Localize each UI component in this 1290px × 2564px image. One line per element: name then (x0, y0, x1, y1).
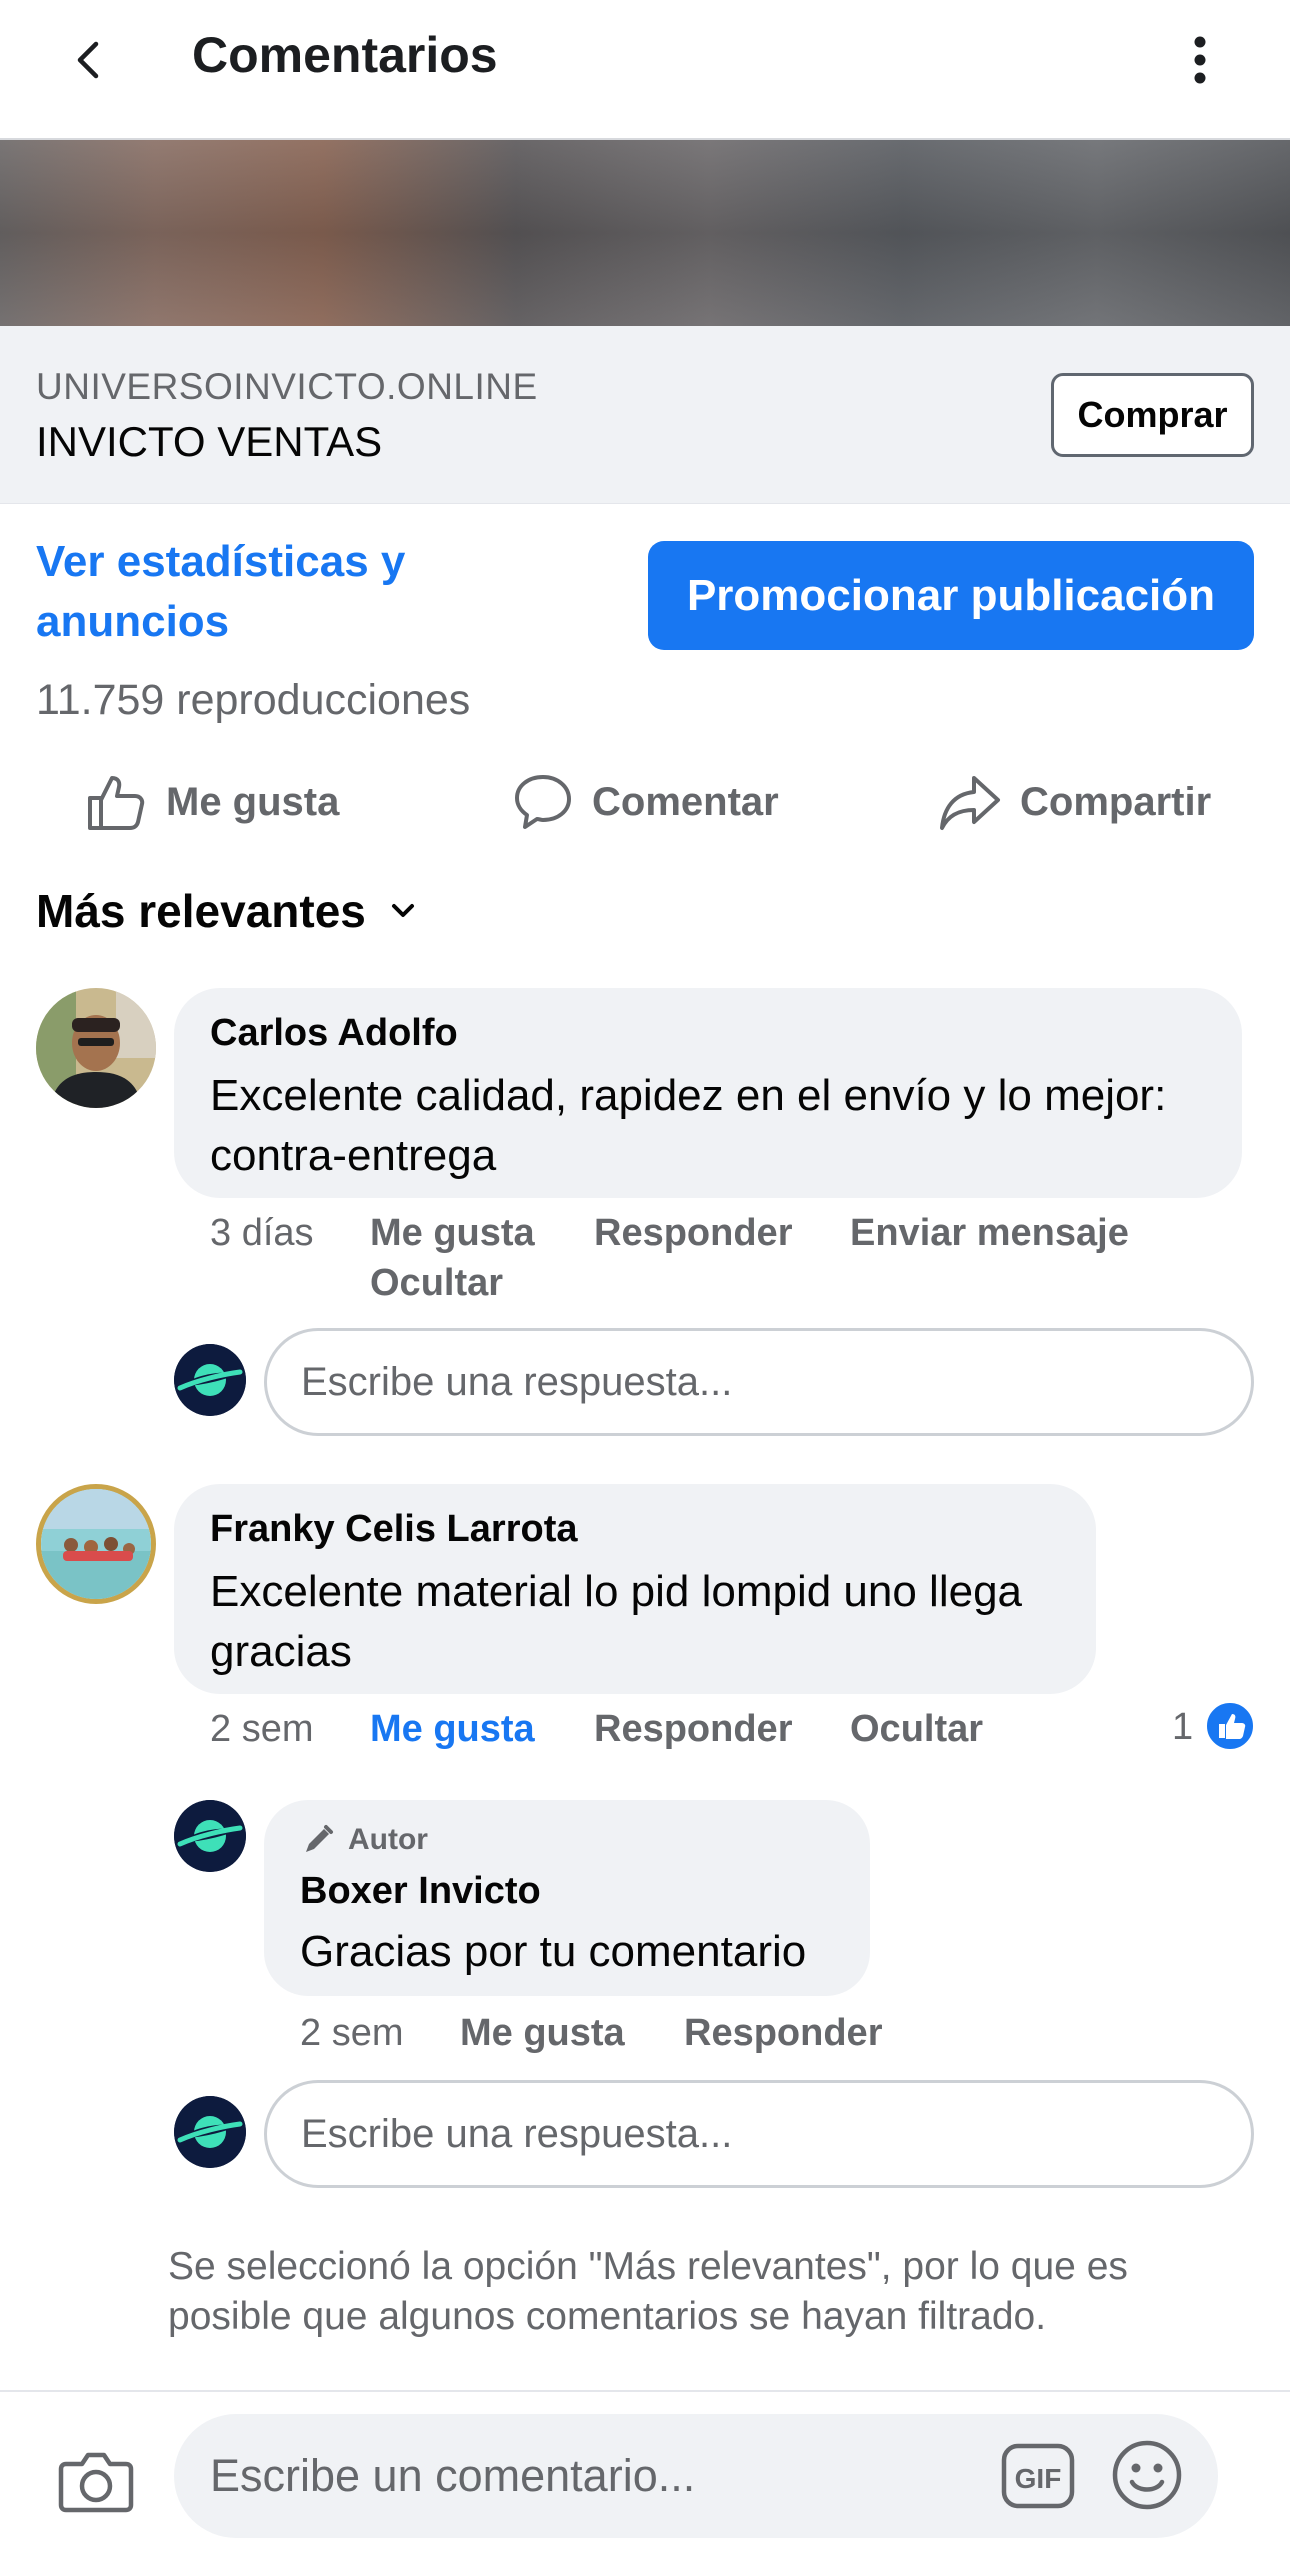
reply-reply-button[interactable]: Responder (684, 2012, 882, 2055)
promote-post-button[interactable]: Promocionar publicación (648, 541, 1254, 650)
pencil-icon (306, 1825, 333, 1852)
send-message-button[interactable]: Enviar mensaje (850, 1212, 1129, 1255)
comment-author[interactable]: Carlos Adolfo (210, 1012, 458, 1055)
comment-reply-button[interactable]: Responder (594, 1708, 792, 1751)
reply-like-button[interactable]: Me gusta (460, 2012, 625, 2055)
like-action-button[interactable]: Me gusta (84, 766, 339, 838)
camera-icon (58, 2452, 134, 2513)
link-preview[interactable]: UNIVERSOINVICTO.ONLINE INVICTO VENTAS Co… (0, 326, 1290, 504)
emoji-button[interactable] (1110, 2438, 1184, 2512)
reply-time: 2 sem (300, 2012, 404, 2054)
reply-input-placeholder: Escribe una respuesta... (301, 1359, 733, 1404)
author-badge-label: Autor (348, 1823, 428, 1856)
gif-button[interactable]: GIF (1000, 2440, 1076, 2512)
thumbs-up-icon (88, 776, 145, 830)
planet-logo-icon (174, 2096, 246, 2168)
comment-action-button[interactable]: Comentar (512, 766, 779, 838)
reply-text: Gracias por tu comentario (300, 1927, 807, 1976)
like-reaction-icon (1204, 1700, 1256, 1752)
back-button[interactable] (60, 30, 120, 90)
comment-input-placeholder: Escribe un comentario... (210, 2450, 696, 2501)
share-action-label: Compartir (1020, 779, 1212, 824)
comment-text: Excelente calidad, rapidez en el envío y… (210, 1071, 1167, 1180)
more-vertical-icon (1194, 36, 1206, 84)
comment-icon (515, 775, 571, 829)
gif-label: GIF (1015, 2463, 1062, 2494)
link-name: INVICTO VENTAS (36, 418, 383, 465)
chevron-down-icon (391, 904, 414, 917)
page-avatar (174, 1344, 246, 1416)
comment-like-button[interactable]: Me gusta (370, 1708, 535, 1751)
comment-action-label: Comentar (592, 779, 779, 824)
page-title: Comentarios (192, 27, 498, 83)
comment-time: 2 sem (210, 1708, 314, 1750)
comment-time: 3 días (210, 1212, 314, 1254)
sort-dropdown[interactable]: Más relevantes (36, 884, 418, 938)
planet-logo-icon (174, 1344, 246, 1416)
comment-author[interactable]: Franky Celis Larrota (210, 1508, 577, 1551)
share-icon (940, 776, 1000, 830)
reply-input[interactable]: Escribe una respuesta... (264, 2080, 1254, 2188)
reply-bubble[interactable]: Autor Boxer Invicto Gracias por tu comen… (264, 1800, 870, 1996)
comment-hide-button[interactable]: Ocultar (850, 1708, 983, 1751)
reply-author[interactable]: Boxer Invicto (300, 1870, 541, 1913)
author-badge: Autor (300, 1822, 428, 1858)
post-media[interactable] (0, 140, 1290, 326)
comment-composer: Escribe un comentario... GIF (0, 2390, 1290, 2564)
buy-button[interactable]: Comprar (1051, 373, 1254, 457)
chevron-left-icon (77, 41, 99, 79)
comment-text: Excelente material lo pid lompid uno lle… (210, 1567, 1023, 1676)
comment-bubble[interactable]: Franky Celis Larrota Excelente material … (174, 1484, 1096, 1694)
reaction-count[interactable]: 1 (1172, 1706, 1193, 1749)
comment-hide-button[interactable]: Ocultar (370, 1262, 503, 1305)
view-insights-link[interactable]: Ver estadísticas y anuncios (36, 532, 596, 652)
avatar[interactable] (36, 988, 156, 1108)
more-options-button[interactable] (1180, 32, 1220, 88)
share-action-button[interactable]: Compartir (938, 766, 1211, 838)
camera-button[interactable] (56, 2440, 136, 2520)
reply-input-placeholder: Escribe una respuesta... (301, 2111, 733, 2156)
avatar[interactable] (36, 1484, 156, 1604)
comment-like-button[interactable]: Me gusta (370, 1212, 535, 1255)
page-avatar (174, 2096, 246, 2168)
smiley-icon (1112, 2440, 1182, 2510)
top-bar: Comentarios (0, 0, 1290, 140)
comment-reply-button[interactable]: Responder (594, 1212, 792, 1255)
planet-logo-icon (174, 1800, 246, 1872)
sort-label: Más relevantes (36, 885, 366, 937)
view-count: 11.759 reproducciones (36, 676, 471, 724)
gif-icon: GIF (1001, 2443, 1075, 2509)
page-avatar[interactable] (174, 1800, 246, 1872)
comment-bubble[interactable]: Carlos Adolfo Excelente calidad, rapidez… (174, 988, 1242, 1198)
link-domain: UNIVERSOINVICTO.ONLINE (36, 366, 538, 407)
like-action-label: Me gusta (166, 779, 340, 824)
filter-notice: Se seleccionó la opción "Más relevantes"… (168, 2245, 1128, 2338)
reply-input[interactable]: Escribe una respuesta... (264, 1328, 1254, 1436)
